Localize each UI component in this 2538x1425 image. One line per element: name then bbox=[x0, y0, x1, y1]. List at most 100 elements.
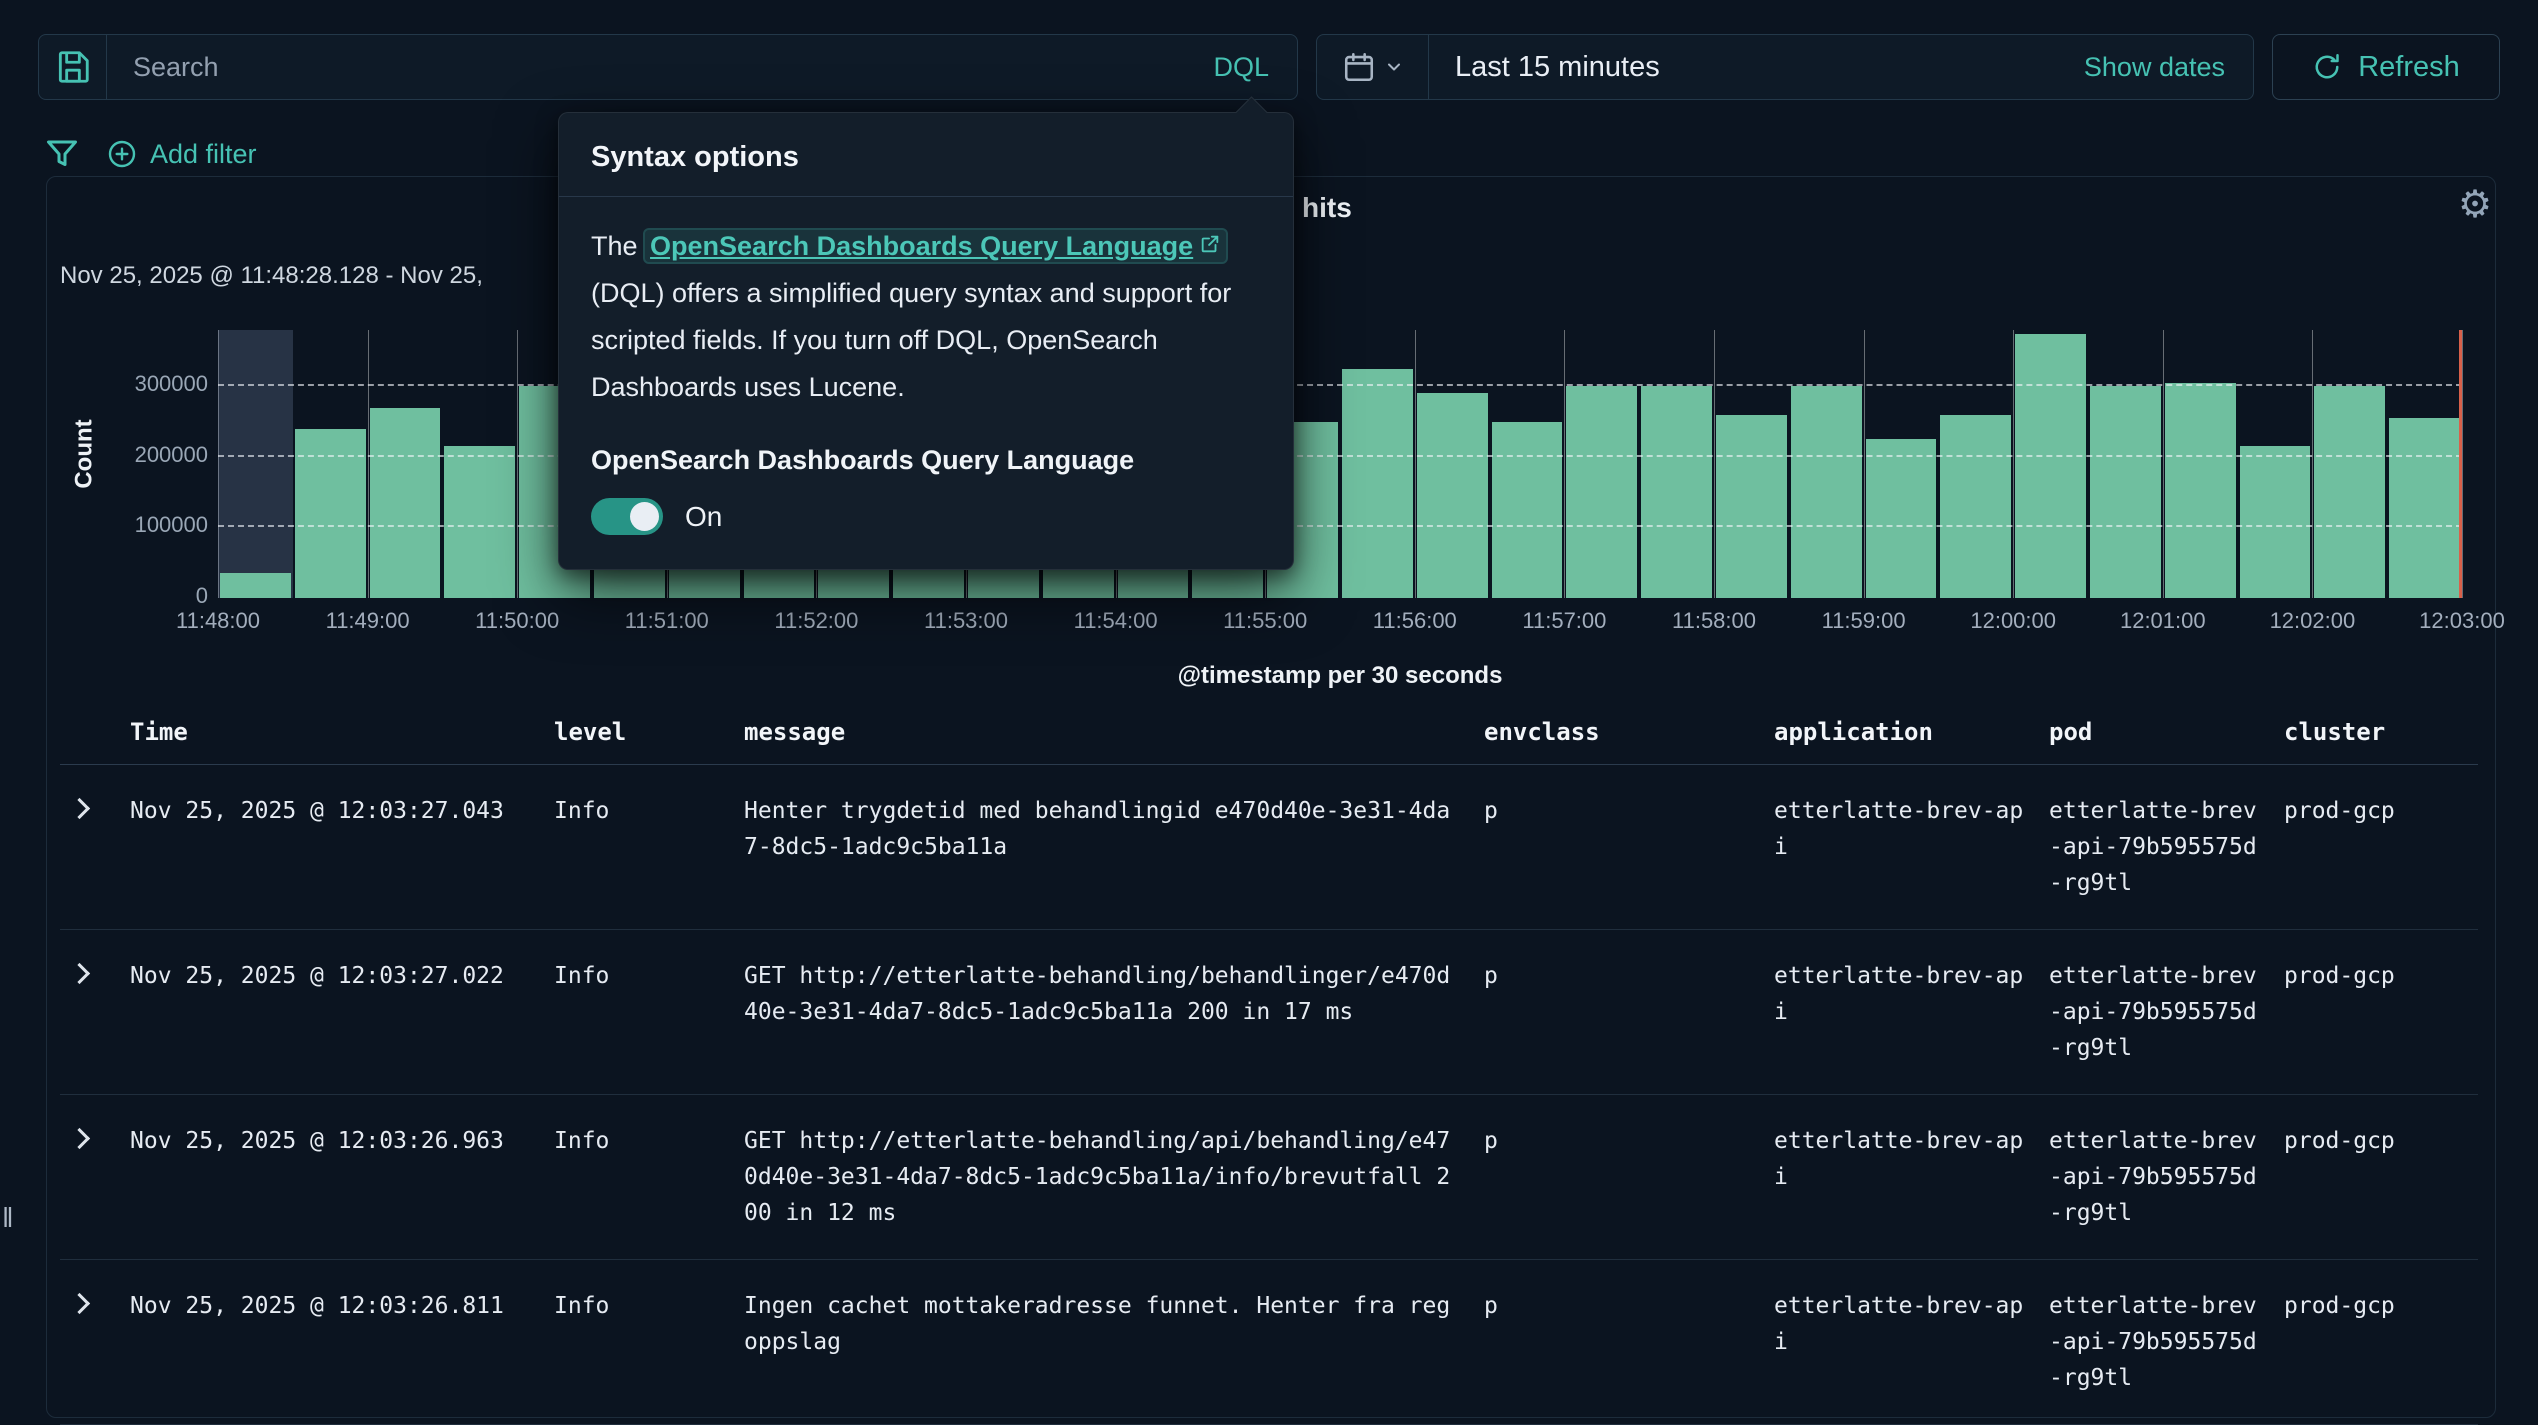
histogram-bar[interactable] bbox=[2015, 334, 2086, 598]
histogram-bar[interactable] bbox=[2165, 383, 2236, 598]
external-link-icon bbox=[1199, 233, 1221, 255]
toggle-knob bbox=[630, 502, 659, 531]
dql-toggle-switch[interactable] bbox=[591, 498, 663, 535]
histogram-bar[interactable] bbox=[1940, 415, 2011, 598]
x-tick-label: 11:50:00 bbox=[475, 608, 559, 634]
column-header-level[interactable]: level bbox=[554, 718, 744, 746]
histogram-bucket bbox=[2088, 330, 2163, 598]
cell-cluster: prod-gcp bbox=[2284, 793, 2478, 901]
expand-cell bbox=[60, 793, 130, 901]
search-input[interactable] bbox=[107, 35, 1185, 99]
x-gridline bbox=[2462, 330, 2463, 598]
cell-time: Nov 25, 2025 @ 12:03:26.963 bbox=[130, 1123, 554, 1231]
cell-pod: etterlatte-brev-api-79b595575d-rg9tl bbox=[2049, 958, 2284, 1066]
x-tick-label: 12:00:00 bbox=[1970, 608, 2056, 634]
histogram-bar[interactable] bbox=[2389, 418, 2460, 598]
expand-row-icon[interactable] bbox=[69, 798, 90, 819]
histogram-bar[interactable] bbox=[2240, 446, 2311, 598]
column-header-message[interactable]: message bbox=[744, 718, 1484, 746]
time-range-picker: Last 15 minutes Show dates bbox=[1316, 34, 2254, 100]
histogram-bar[interactable] bbox=[1342, 369, 1413, 598]
filter-bar: Add filter bbox=[44, 126, 257, 182]
histogram-bar[interactable] bbox=[1866, 439, 1937, 598]
histogram-bucket bbox=[1490, 330, 1565, 598]
gear-icon[interactable]: ⚙ bbox=[2458, 186, 2492, 224]
cell-application: etterlatte-brev-api bbox=[1774, 1288, 2049, 1396]
y-tick-label: 0 bbox=[196, 583, 208, 609]
histogram-bar[interactable] bbox=[370, 408, 441, 598]
expand-row-icon[interactable] bbox=[69, 1128, 90, 1149]
column-header-cluster[interactable]: cluster bbox=[2284, 718, 2478, 746]
x-tick-label: 11:49:00 bbox=[326, 608, 410, 634]
cell-message: GET http://etterlatte-behandling/behandl… bbox=[744, 958, 1484, 1066]
dql-docs-link[interactable]: OpenSearch Dashboards Query Language bbox=[645, 230, 1226, 262]
column-header-pod[interactable]: pod bbox=[2049, 718, 2284, 746]
expand-row-icon[interactable] bbox=[69, 963, 90, 984]
x-tick-label: 11:54:00 bbox=[1074, 608, 1158, 634]
histogram-bar[interactable] bbox=[1492, 422, 1563, 598]
cell-application: etterlatte-brev-api bbox=[1774, 793, 2049, 901]
x-tick-label: 11:55:00 bbox=[1223, 608, 1307, 634]
cell-pod: etterlatte-brev-api-79b595575d-rg9tl bbox=[2049, 1123, 2284, 1231]
filter-funnel-icon[interactable] bbox=[44, 136, 80, 172]
chart-time-range-title: Nov 25, 2025 @ 11:48:28.128 - Nov 25, bbox=[60, 262, 483, 290]
y-tick-label: 100000 bbox=[135, 512, 208, 538]
save-icon bbox=[54, 48, 92, 86]
add-filter-button[interactable]: Add filter bbox=[106, 138, 257, 170]
x-tick-label: 12:02:00 bbox=[2270, 608, 2356, 634]
histogram-bucket bbox=[2387, 330, 2462, 598]
histogram-bucket bbox=[2312, 330, 2387, 598]
cell-cluster: prod-gcp bbox=[2284, 958, 2478, 1066]
cell-message: Henter trygdetid med behandlingid e470d4… bbox=[744, 793, 1484, 901]
plus-circle-icon bbox=[106, 138, 138, 170]
histogram-bar[interactable] bbox=[2090, 386, 2161, 598]
time-range-value[interactable]: Last 15 minutes bbox=[1429, 51, 2084, 84]
cell-envclass: p bbox=[1484, 793, 1774, 901]
calendar-icon bbox=[1342, 50, 1376, 84]
column-header-time[interactable]: Time bbox=[130, 718, 554, 746]
histogram-bar[interactable] bbox=[1716, 415, 1787, 598]
histogram-bar[interactable] bbox=[2314, 386, 2385, 598]
dql-docs-link-label: OpenSearch Dashboards Query Language bbox=[650, 231, 1193, 261]
x-tick-label: 11:51:00 bbox=[625, 608, 709, 634]
table-row: Nov 25, 2025 @ 12:03:26.963InfoGET http:… bbox=[60, 1095, 2478, 1260]
cell-level: Info bbox=[554, 793, 744, 901]
quick-select-button[interactable] bbox=[1317, 35, 1429, 99]
histogram-bucket bbox=[368, 330, 443, 598]
column-header-application[interactable]: application bbox=[1774, 718, 2049, 746]
expand-row-icon[interactable] bbox=[69, 1293, 90, 1314]
x-tick-label: 11:52:00 bbox=[774, 608, 858, 634]
dql-syntax-button[interactable]: DQL bbox=[1185, 35, 1297, 99]
show-dates-button[interactable]: Show dates bbox=[2084, 52, 2253, 83]
table-row: Nov 25, 2025 @ 12:03:27.022InfoGET http:… bbox=[60, 930, 2478, 1095]
popover-text-suffix: (DQL) offers a simplified query syntax a… bbox=[591, 278, 1231, 402]
histogram-bar[interactable] bbox=[1417, 393, 1488, 598]
histogram-bucket bbox=[1639, 330, 1714, 598]
search-bar: DQL bbox=[38, 34, 1298, 100]
cell-message: GET http://etterlatte-behandling/api/beh… bbox=[744, 1123, 1484, 1231]
toggle-state-label: On bbox=[685, 501, 722, 533]
save-query-button[interactable] bbox=[39, 35, 107, 99]
sidebar-collapse-handle[interactable]: ‖ bbox=[2, 1202, 14, 1234]
x-tick-label: 11:59:00 bbox=[1822, 608, 1906, 634]
cell-time: Nov 25, 2025 @ 12:03:27.043 bbox=[130, 793, 554, 901]
histogram-bar[interactable] bbox=[1566, 386, 1637, 598]
cell-pod: etterlatte-brev-api-79b595575d-rg9tl bbox=[2049, 1288, 2284, 1396]
table-body: Nov 25, 2025 @ 12:03:27.043InfoHenter tr… bbox=[60, 765, 2478, 1425]
results-table: Timelevelmessageenvclassapplicationpodcl… bbox=[60, 718, 2478, 1425]
histogram-bar[interactable] bbox=[1641, 386, 1712, 598]
refresh-button[interactable]: Refresh bbox=[2272, 34, 2500, 100]
table-row: Nov 25, 2025 @ 12:03:27.043InfoHenter tr… bbox=[60, 765, 2478, 930]
histogram-bucket bbox=[1564, 330, 1639, 598]
histogram-bucket bbox=[1415, 330, 1490, 598]
y-tick-label: 300000 bbox=[135, 371, 208, 397]
column-header-envclass[interactable]: envclass bbox=[1484, 718, 1774, 746]
x-axis-ticks: 11:48:0011:49:0011:50:0011:51:0011:52:00… bbox=[218, 608, 2462, 640]
expand-cell bbox=[60, 1123, 130, 1231]
histogram-bars bbox=[218, 330, 2462, 598]
x-tick-label: 11:53:00 bbox=[924, 608, 1008, 634]
histogram-bar[interactable] bbox=[444, 446, 515, 598]
y-axis-ticks: 0100000200000300000 bbox=[90, 330, 208, 598]
histogram-bar[interactable] bbox=[1791, 386, 1862, 598]
histogram-bar[interactable] bbox=[220, 573, 291, 598]
